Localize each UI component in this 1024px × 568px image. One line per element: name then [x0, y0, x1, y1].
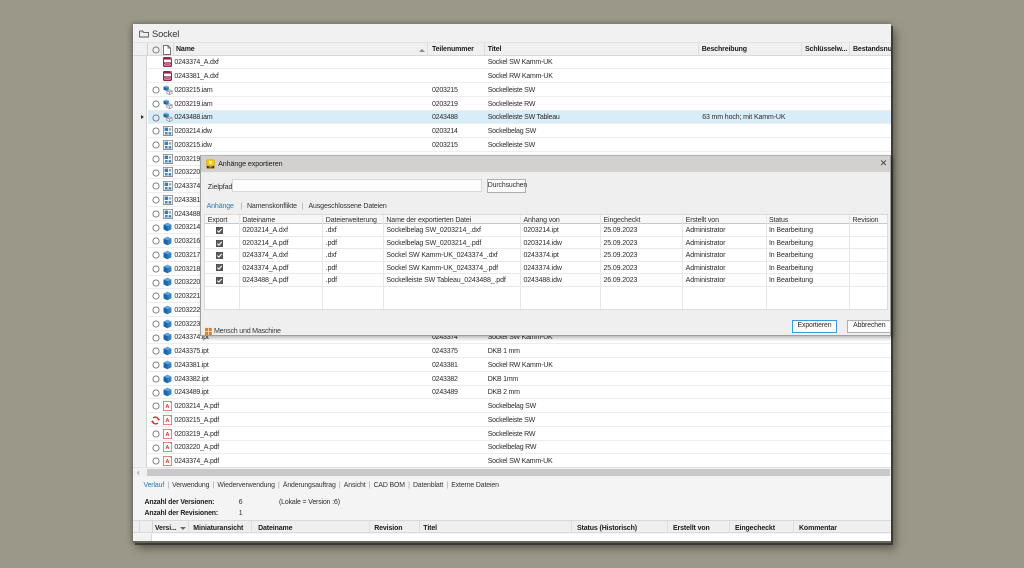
svg-text:A: A — [165, 459, 169, 465]
svg-text:A: A — [165, 432, 169, 438]
svg-text:A: A — [165, 418, 169, 424]
svg-text:A: A — [165, 404, 169, 410]
svg-text:A: A — [165, 446, 169, 452]
